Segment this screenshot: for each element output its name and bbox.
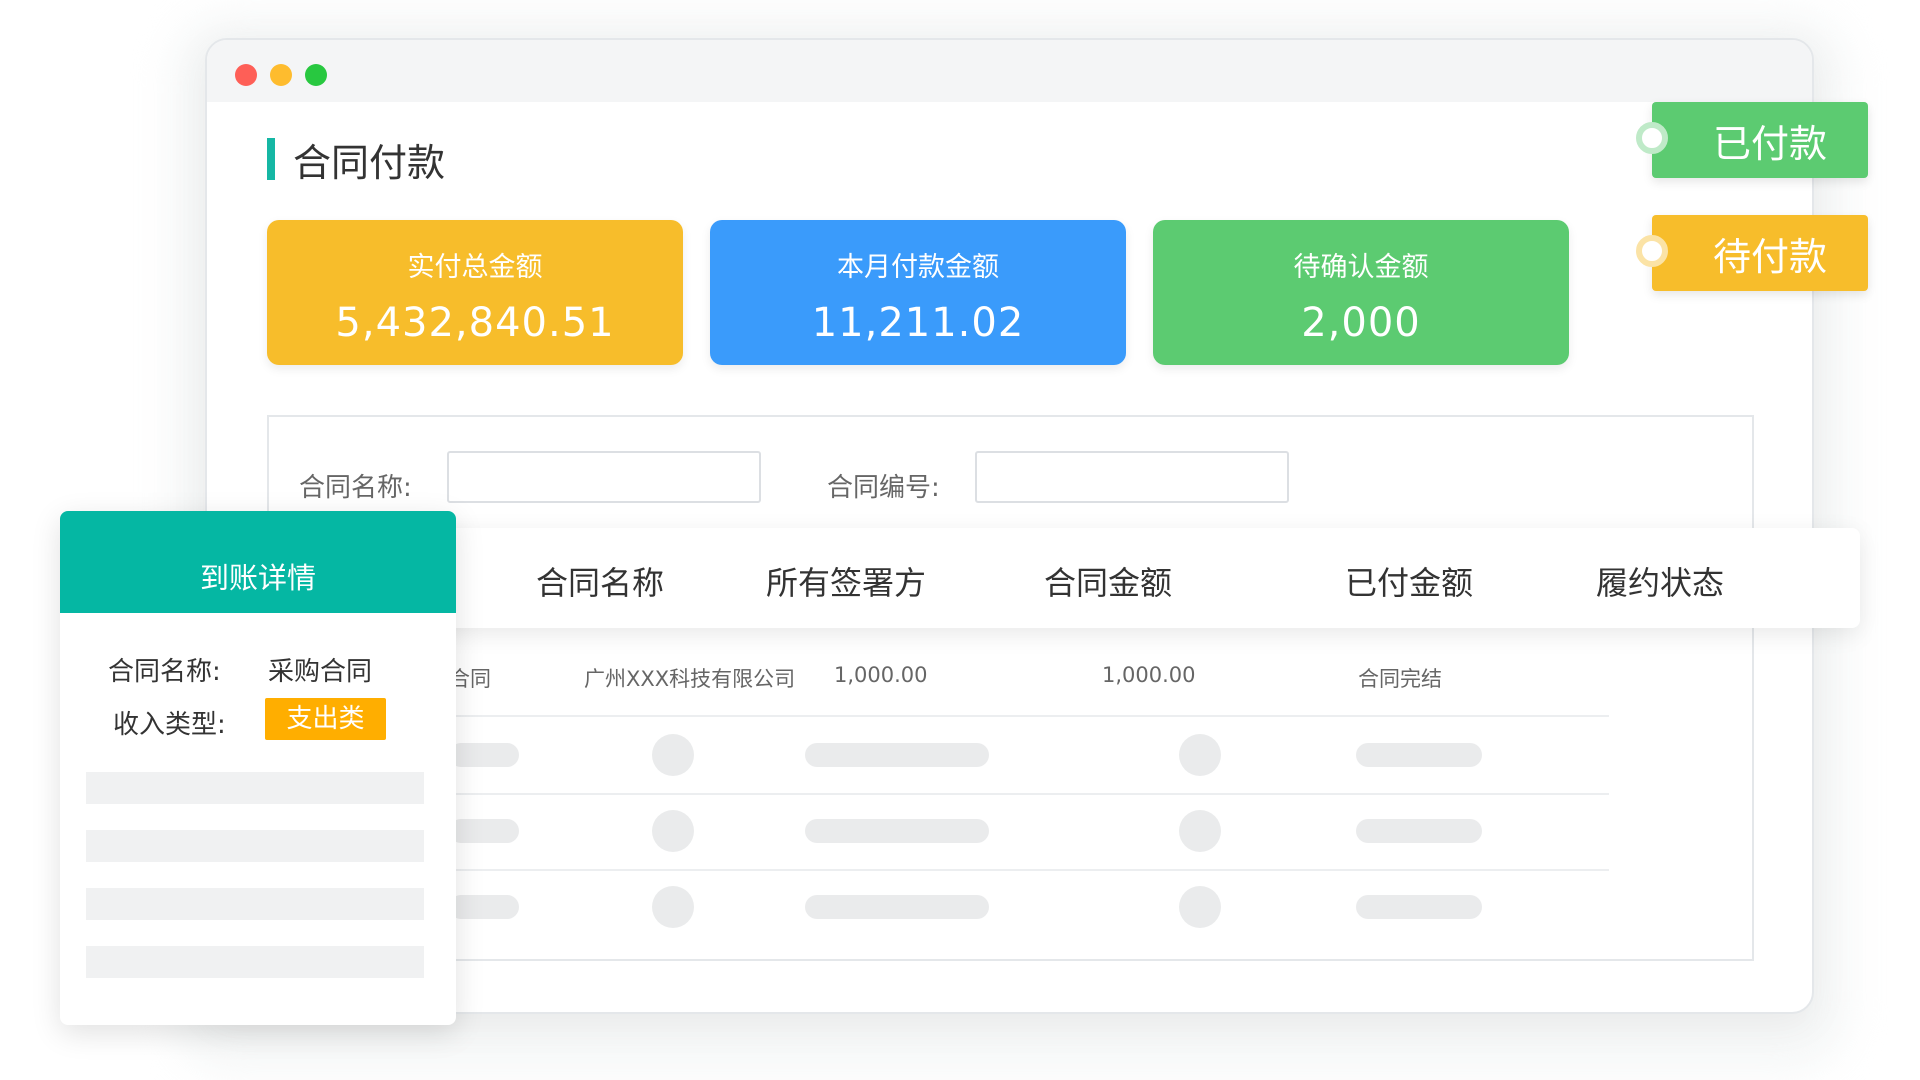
placeholder-row — [449, 793, 1609, 871]
maximize-window-button[interactable] — [305, 64, 327, 86]
title-accent-bar — [267, 138, 275, 180]
placeholder-row — [449, 717, 1609, 795]
paid-status-tag[interactable]: 已付款 — [1652, 102, 1868, 178]
placeholder-bar — [805, 895, 989, 919]
cell-amount: 1,000.00 — [834, 663, 928, 687]
stat-value: 2,000 — [1301, 300, 1421, 346]
close-window-button[interactable] — [235, 64, 257, 86]
stat-label: 实付总金额 — [407, 252, 543, 283]
placeholder-circle — [1179, 886, 1221, 928]
placeholder-bar — [1356, 895, 1482, 919]
placeholder-circle — [652, 734, 694, 776]
stat-card-pending-confirm[interactable]: 待确认金额 2,000 — [1153, 220, 1569, 365]
placeholder-bar — [449, 819, 519, 843]
table-row[interactable]: 合同 广州XXX科技有限公司 1,000.00 1,000.00 合同完结 — [449, 639, 1609, 717]
page-title-text: 合同付款 — [293, 140, 446, 185]
stat-card-month-paid[interactable]: 本月付款金额 11,211.02 — [710, 220, 1126, 365]
stat-value: 11,211.02 — [811, 300, 1025, 346]
contract-table-panel: 合同名称: 合同编号: 合同 广州XXX科技有限公司 1,000.00 1,00… — [267, 415, 1754, 961]
pending-tag-dot-icon — [1636, 235, 1668, 267]
contract-no-filter-label: 合同编号: — [827, 473, 940, 503]
column-header-contract-name[interactable]: 合同名称 — [536, 558, 664, 604]
column-header-paid[interactable]: 已付金额 — [1345, 558, 1473, 604]
paid-tag-dot-icon — [1636, 122, 1668, 154]
contract-no-input[interactable] — [975, 451, 1289, 503]
placeholder-row — [449, 869, 1609, 945]
placeholder-line — [86, 888, 424, 920]
page-title: 合同付款 — [267, 138, 445, 185]
placeholder-circle — [1179, 810, 1221, 852]
contract-name-input[interactable] — [447, 451, 761, 503]
placeholder-bar — [1356, 743, 1482, 767]
detail-name-value: 采购合同 — [268, 657, 373, 687]
placeholder-bar — [449, 743, 519, 767]
detail-name-label: 合同名称: — [108, 657, 221, 687]
cell-paid: 1,000.00 — [1102, 663, 1196, 687]
placeholder-line — [86, 946, 424, 978]
minimize-window-button[interactable] — [270, 64, 292, 86]
placeholder-bar — [805, 743, 989, 767]
arrival-detail-card: 到账详情 合同名称: 采购合同 收入类型: 支出类 — [60, 511, 456, 1025]
cell-party: 广州XXX科技有限公司 — [584, 667, 796, 691]
placeholder-circle — [1179, 734, 1221, 776]
placeholder-circle — [652, 886, 694, 928]
stat-label: 待确认金额 — [1293, 252, 1429, 283]
detail-type-label: 收入类型: — [113, 710, 226, 740]
placeholder-circle — [652, 810, 694, 852]
column-header-parties[interactable]: 所有签署方 — [766, 558, 926, 604]
stat-value: 5,432,840.51 — [335, 300, 615, 346]
cell-status: 合同完结 — [1358, 667, 1442, 691]
column-header-amount[interactable]: 合同金额 — [1044, 558, 1172, 604]
contract-name-filter-label: 合同名称: — [299, 473, 412, 503]
placeholder-bar — [449, 895, 519, 919]
placeholder-line — [86, 830, 424, 862]
table-header: 合同名称 所有签署方 合同金额 已付金额 履约状态 — [260, 528, 1860, 628]
placeholder-bar — [1356, 819, 1482, 843]
placeholder-line — [86, 772, 424, 804]
pending-status-tag[interactable]: 待付款 — [1652, 215, 1868, 291]
stat-label: 本月付款金额 — [837, 252, 999, 283]
detail-card-title: 到账详情 — [60, 511, 456, 613]
expense-type-badge: 支出类 — [265, 698, 386, 740]
stat-card-total-paid[interactable]: 实付总金额 5,432,840.51 — [267, 220, 683, 365]
window-titlebar — [207, 40, 1812, 102]
column-header-status[interactable]: 履约状态 — [1596, 558, 1724, 604]
placeholder-bar — [805, 819, 989, 843]
